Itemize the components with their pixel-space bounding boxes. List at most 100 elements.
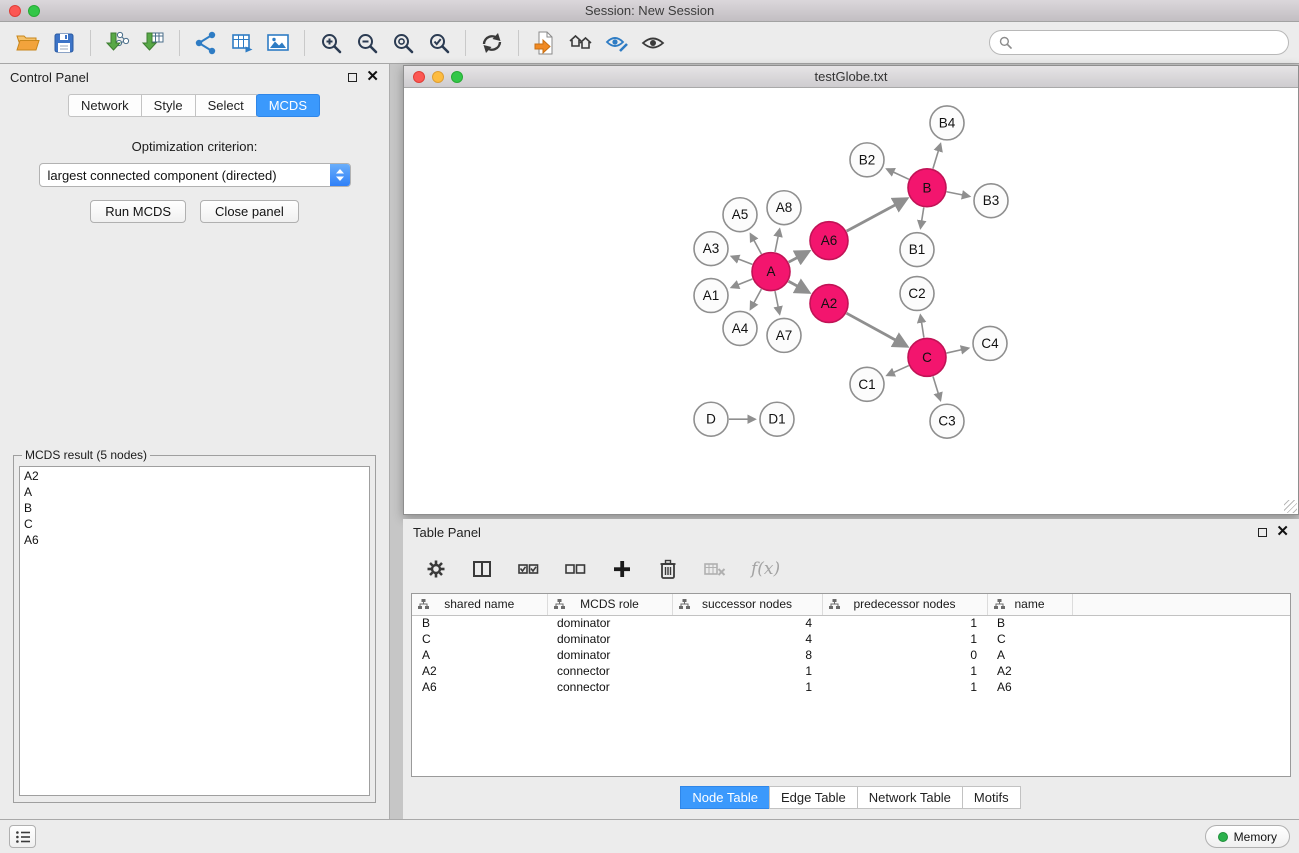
- run-mcds-button[interactable]: Run MCDS: [90, 200, 186, 223]
- show-panel-list-button[interactable]: [9, 825, 36, 848]
- show-hide-button[interactable]: [635, 25, 671, 61]
- network-edge-C-C3[interactable]: [933, 376, 940, 399]
- tab-select[interactable]: Select: [195, 94, 257, 117]
- table-cell[interactable]: 4: [672, 631, 822, 647]
- table-cell[interactable]: connector: [547, 663, 672, 679]
- create-column-button[interactable]: [611, 558, 633, 580]
- new-network-button[interactable]: [188, 25, 224, 61]
- table-settings-button[interactable]: [425, 558, 447, 580]
- network-node-B2[interactable]: B2: [850, 143, 884, 177]
- tab-motifs[interactable]: Motifs: [962, 786, 1021, 809]
- graphics-details-button[interactable]: [599, 25, 635, 61]
- network-edge-A2-C[interactable]: [847, 313, 906, 345]
- export-image-button[interactable]: [260, 25, 296, 61]
- network-edge-A-A4[interactable]: [751, 289, 761, 308]
- zoom-fit-button[interactable]: [385, 25, 421, 61]
- network-node-A5[interactable]: A5: [723, 198, 757, 232]
- network-edge-B-B4[interactable]: [933, 145, 940, 169]
- network-edge-B-B3[interactable]: [947, 192, 969, 196]
- refresh-layout-button[interactable]: [474, 25, 510, 61]
- select-all-rows-button[interactable]: [517, 558, 540, 580]
- result-item[interactable]: A: [24, 484, 365, 500]
- network-canvas[interactable]: B4B2BB3A8A5A6A3B1AC2A1A2A4A7C4CC1C3DD1: [404, 89, 1298, 514]
- network-node-A4[interactable]: A4: [723, 311, 757, 345]
- import-network-file-button[interactable]: [99, 25, 135, 61]
- column-header-name[interactable]: name: [987, 594, 1072, 615]
- network-node-A2[interactable]: A2: [810, 285, 848, 323]
- open-session-button[interactable]: [10, 25, 46, 61]
- zoom-window-button[interactable]: [28, 5, 40, 17]
- close-panel-button[interactable]: Close panel: [200, 200, 299, 223]
- zoom-network-window-button[interactable]: [451, 71, 463, 83]
- memory-button[interactable]: Memory: [1205, 825, 1290, 848]
- table-cell[interactable]: A2: [412, 663, 547, 679]
- result-item[interactable]: A6: [24, 532, 365, 548]
- network-node-A3[interactable]: A3: [694, 232, 728, 266]
- table-cell[interactable]: connector: [547, 679, 672, 695]
- network-node-B4[interactable]: B4: [930, 106, 964, 140]
- zoom-out-button[interactable]: [349, 25, 385, 61]
- delete-column-button[interactable]: [657, 558, 679, 580]
- column-header-shared-name[interactable]: shared name: [412, 594, 547, 615]
- table-cell[interactable]: 1: [822, 631, 987, 647]
- network-edge-A-A1[interactable]: [732, 279, 752, 287]
- table-row[interactable]: A6connector11A6: [412, 679, 1290, 695]
- tab-edge-table[interactable]: Edge Table: [769, 786, 858, 809]
- network-node-B3[interactable]: B3: [974, 184, 1008, 218]
- network-edge-A-A6[interactable]: [789, 252, 807, 262]
- table-cell[interactable]: 1: [822, 615, 987, 631]
- network-edge-A-A2[interactable]: [789, 281, 808, 291]
- float-table-panel-icon[interactable]: [1258, 528, 1267, 537]
- minimize-network-window-button[interactable]: [432, 71, 444, 83]
- delete-table-button[interactable]: [703, 558, 727, 580]
- network-node-C2[interactable]: C2: [900, 277, 934, 311]
- network-edge-B-B2[interactable]: [888, 170, 909, 180]
- tab-style[interactable]: Style: [141, 94, 196, 117]
- import-table-file-button[interactable]: [135, 25, 171, 61]
- table-cell[interactable]: C: [987, 631, 1072, 647]
- network-node-D1[interactable]: D1: [760, 402, 794, 436]
- table-cell[interactable]: dominator: [547, 615, 672, 631]
- network-node-C3[interactable]: C3: [930, 404, 964, 438]
- table-cell[interactable]: A: [987, 647, 1072, 663]
- network-edge-C-C4[interactable]: [947, 348, 968, 353]
- network-node-A1[interactable]: A1: [694, 279, 728, 313]
- table-cell[interactable]: B: [412, 615, 547, 631]
- column-header-successor-nodes[interactable]: successor nodes: [672, 594, 822, 615]
- result-item[interactable]: B: [24, 500, 365, 516]
- zoom-in-button[interactable]: [313, 25, 349, 61]
- close-network-window-button[interactable]: [413, 71, 425, 83]
- column-header-predecessor-nodes[interactable]: predecessor nodes: [822, 594, 987, 615]
- network-edge-C-C1[interactable]: [888, 366, 909, 375]
- table-row[interactable]: Adominator80A: [412, 647, 1290, 663]
- table-cell[interactable]: B: [987, 615, 1072, 631]
- table-cell[interactable]: C: [412, 631, 547, 647]
- network-node-B1[interactable]: B1: [900, 233, 934, 267]
- tab-node-table[interactable]: Node Table: [680, 786, 770, 809]
- table-cell[interactable]: 1: [672, 663, 822, 679]
- tab-network-table[interactable]: Network Table: [857, 786, 963, 809]
- table-cell[interactable]: dominator: [547, 631, 672, 647]
- network-edge-A-A8[interactable]: [775, 230, 779, 252]
- result-item[interactable]: C: [24, 516, 365, 532]
- close-panel-icon[interactable]: ✕: [366, 71, 379, 83]
- table-cell[interactable]: 1: [672, 679, 822, 695]
- show-columns-button[interactable]: [471, 558, 493, 580]
- table-row[interactable]: Bdominator41B: [412, 615, 1290, 631]
- table-row[interactable]: A2connector11A2: [412, 663, 1290, 679]
- float-panel-icon[interactable]: [348, 73, 357, 82]
- zoom-selected-button[interactable]: [421, 25, 457, 61]
- home-button[interactable]: [563, 25, 599, 61]
- network-edge-A6-B[interactable]: [847, 200, 905, 232]
- network-node-B[interactable]: B: [908, 169, 946, 207]
- optimization-criterion-select[interactable]: largest connected component (directed): [39, 163, 351, 187]
- network-node-C[interactable]: C: [908, 338, 946, 376]
- network-node-D[interactable]: D: [694, 402, 728, 436]
- network-edge-A-A5[interactable]: [751, 235, 761, 254]
- network-edge-A-A3[interactable]: [733, 257, 753, 265]
- table-cell[interactable]: A6: [412, 679, 547, 695]
- table-cell[interactable]: A2: [987, 663, 1072, 679]
- table-cell[interactable]: A: [412, 647, 547, 663]
- close-table-panel-icon[interactable]: ✕: [1276, 526, 1289, 538]
- network-node-C4[interactable]: C4: [973, 326, 1007, 360]
